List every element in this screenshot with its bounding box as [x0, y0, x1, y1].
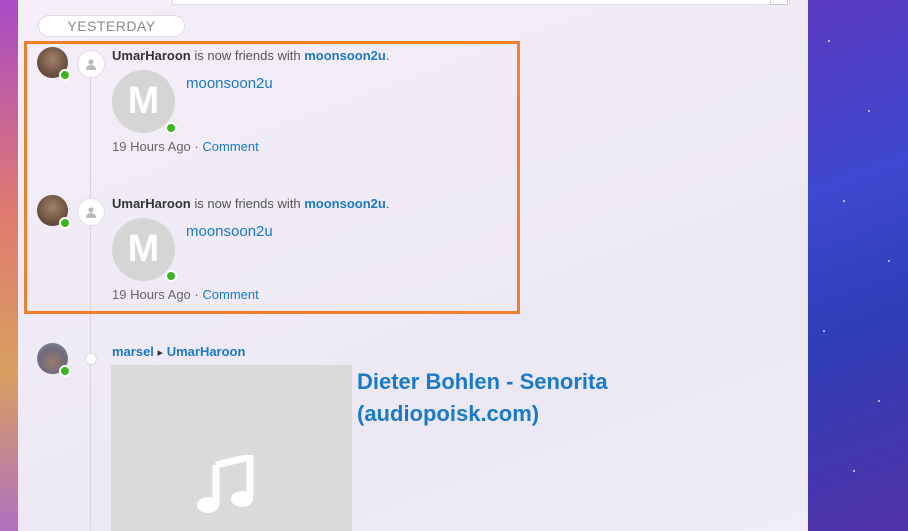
top-input-partial[interactable]: [172, 0, 790, 5]
action-text: is now friends with: [194, 48, 301, 63]
target-link[interactable]: moonsoon2u: [304, 196, 386, 211]
post-header: marsel ▸ UmarHaroon: [112, 344, 245, 359]
desktop-background-right: [808, 0, 908, 531]
timestamp: 19 Hours Ago: [112, 287, 191, 302]
desktop-background-left: [0, 0, 18, 531]
online-status-dot: [59, 217, 71, 229]
online-status-dot: [59, 365, 71, 377]
day-separator: YESTERDAY: [38, 15, 185, 37]
music-thumbnail[interactable]: [111, 365, 352, 531]
online-status-dot: [165, 122, 177, 134]
friend-name-link[interactable]: moonsoon2u: [186, 75, 273, 92]
friend-activity-icon: [77, 198, 105, 226]
timestamp: 19 Hours Ago: [112, 139, 191, 154]
target-link[interactable]: moonsoon2u: [304, 48, 386, 63]
period: .: [385, 196, 390, 211]
online-status-dot: [165, 270, 177, 282]
arrow-right-icon: ▸: [157, 347, 164, 359]
separator: ·: [194, 139, 199, 154]
music-title-link[interactable]: Dieter Bohlen - Senorita (audiopoisk.com…: [357, 366, 657, 430]
recipient-link[interactable]: UmarHaroon: [167, 344, 246, 359]
separator: ·: [194, 287, 199, 302]
online-status-dot: [59, 69, 71, 81]
user-icon: [86, 207, 96, 218]
comment-link[interactable]: Comment: [202, 139, 258, 154]
music-note-icon: [197, 455, 254, 513]
action-text: is now friends with: [194, 196, 301, 211]
activity-text: UmarHaroon is now friends with moonsoon2…: [112, 48, 389, 63]
activity-meta: 19 Hours Ago · Comment: [112, 287, 259, 302]
author-link[interactable]: marsel: [112, 344, 154, 359]
timeline-node: [85, 353, 97, 365]
activity-meta: 19 Hours Ago · Comment: [112, 139, 259, 154]
top-checkbox-partial[interactable]: [770, 0, 788, 5]
period: .: [385, 48, 390, 63]
friend-name-link[interactable]: moonsoon2u: [186, 223, 273, 240]
comment-link[interactable]: Comment: [202, 287, 258, 302]
actor-link[interactable]: UmarHaroon: [112, 48, 191, 63]
actor-link[interactable]: UmarHaroon: [112, 196, 191, 211]
friend-activity-icon: [77, 50, 105, 78]
user-icon: [86, 59, 96, 70]
activity-text: UmarHaroon is now friends with moonsoon2…: [112, 196, 389, 211]
activity-feed-panel: YESTERDAY UmarHaroon is now friends with…: [18, 0, 808, 531]
